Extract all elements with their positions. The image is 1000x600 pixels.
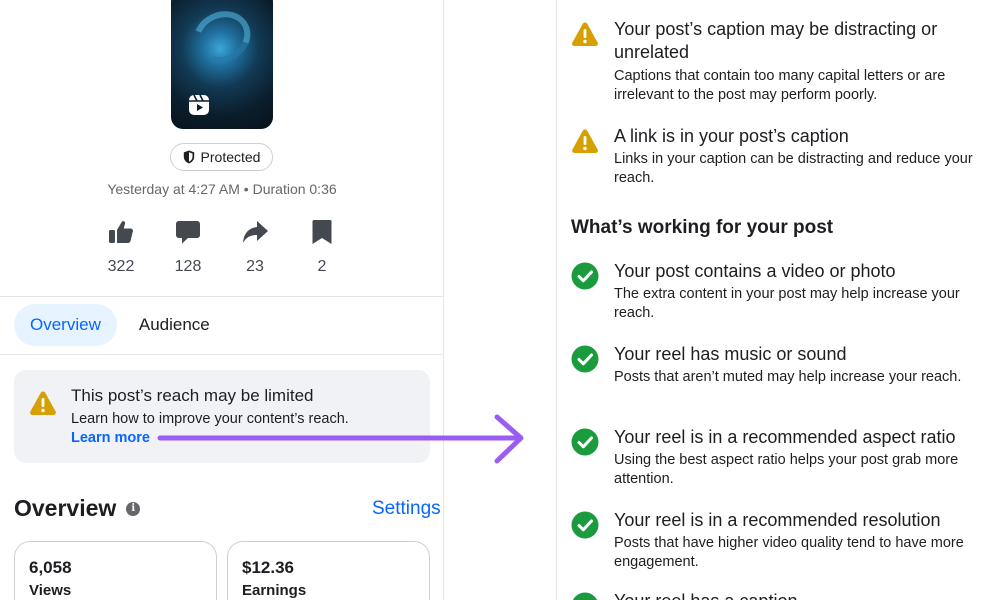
- divider: [0, 354, 443, 355]
- info-icon[interactable]: i: [126, 501, 141, 516]
- warning-icon: [572, 22, 598, 46]
- shield-icon: [183, 150, 194, 164]
- stat-likes[interactable]: 322: [91, 218, 151, 276]
- warning-icon: [30, 391, 56, 415]
- success-title: Your post contains a video or photo: [614, 261, 896, 281]
- check-circle-icon: [572, 592, 598, 600]
- divider: [0, 296, 443, 297]
- warning-title: Your post’s caption may be distracting o…: [614, 19, 938, 62]
- settings-link[interactable]: Settings: [372, 498, 441, 520]
- check-circle-icon: [571, 511, 599, 539]
- metric-card-views[interactable]: 6,058 Views: [14, 541, 217, 600]
- comments-count: 128: [174, 258, 202, 275]
- stat-saves[interactable]: 2: [292, 218, 352, 276]
- comment-icon: [176, 221, 200, 244]
- success-title: Your reel has a caption: [614, 590, 994, 600]
- overview-title: Overview: [14, 495, 117, 521]
- working-section-heading: What’s working for your post: [571, 217, 834, 238]
- views-label: Views: [29, 582, 72, 599]
- warning-icon: [572, 129, 598, 153]
- warning-title: A link is in your post’s caption: [614, 126, 849, 146]
- success-description: Posts that have higher video quality ten…: [614, 535, 964, 570]
- like-icon: [109, 221, 133, 243]
- overview-heading: Overview i: [14, 495, 141, 522]
- check-circle-icon: [571, 345, 599, 373]
- learn-more-link[interactable]: Learn more: [71, 430, 150, 446]
- insights-tabs: Overview Audience: [14, 304, 226, 346]
- stat-comments[interactable]: 128: [158, 218, 218, 276]
- protected-label: Protected: [200, 149, 261, 165]
- check-circle-icon: [571, 262, 599, 290]
- views-value: 6,058: [29, 558, 72, 577]
- metric-card-earnings[interactable]: $12.36 Earnings: [227, 541, 430, 600]
- tab-audience[interactable]: Audience: [123, 304, 226, 346]
- earnings-label: Earnings: [242, 582, 307, 599]
- success-description: Using the best aspect ratio helps your p…: [614, 452, 959, 487]
- notice-title: This post’s reach may be limited: [71, 386, 314, 405]
- earnings-value: $12.36: [242, 558, 294, 577]
- success-title: Your reel is in a recommended aspect rat…: [614, 427, 956, 447]
- success-title: Your reel is in a recommended resolution: [614, 510, 941, 530]
- thumbnail-graphic: [185, 2, 259, 72]
- check-circle-icon: [571, 428, 599, 456]
- success-description: Posts that aren’t muted may help increas…: [614, 369, 962, 385]
- reel-thumbnail[interactable]: [171, 0, 273, 129]
- saves-count: 2: [317, 258, 327, 275]
- shares-count: 23: [246, 258, 264, 275]
- likes-count: 322: [107, 258, 135, 275]
- warning-description: Links in your caption can be distracting…: [614, 151, 973, 186]
- post-insights-panel: Protected Yesterday at 4:27 AM • Duratio…: [0, 0, 444, 600]
- success-title: Your reel has music or sound: [614, 344, 847, 364]
- save-icon: [312, 220, 332, 244]
- pointer-arrow-icon: [157, 414, 524, 464]
- post-meta: Yesterday at 4:27 AM • Duration 0:36: [107, 181, 337, 197]
- warning-description: Captions that contain too many capital l…: [614, 68, 946, 103]
- tab-overview[interactable]: Overview: [14, 304, 117, 346]
- share-icon: [243, 221, 268, 243]
- reach-recommendations-panel: Your post’s caption may be distracting o…: [556, 0, 1000, 600]
- protected-badge[interactable]: Protected: [170, 143, 273, 171]
- stat-shares[interactable]: 23: [225, 218, 285, 276]
- reels-icon: [189, 94, 209, 115]
- success-description: The extra content in your post may help …: [614, 286, 960, 321]
